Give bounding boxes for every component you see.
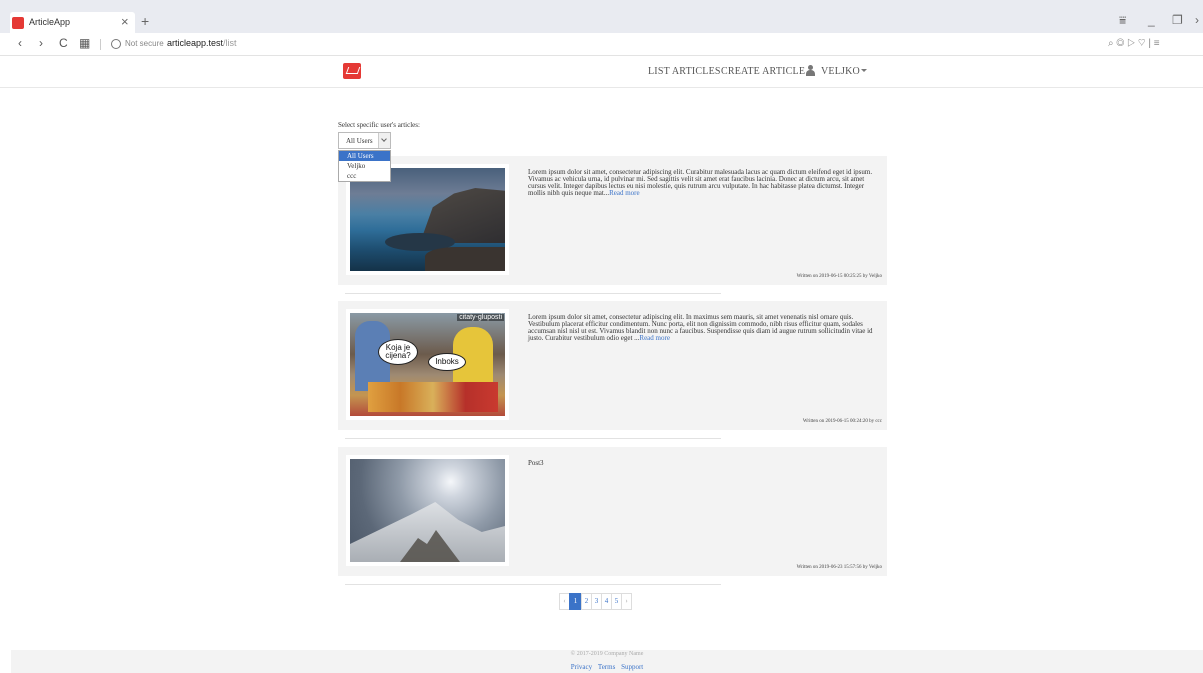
browser-tab-bar: ArticleApp × + ⩸ _ ❐ › bbox=[0, 0, 1203, 33]
article-card: Post3 Written on 2019-06-23 15:57:56 by … bbox=[338, 447, 887, 576]
speech-bubble: Koja je cijena? bbox=[378, 339, 418, 365]
next-page-button[interactable]: › bbox=[621, 593, 632, 610]
user-icon bbox=[805, 65, 816, 76]
restore-icon[interactable]: ❐ bbox=[1172, 13, 1183, 27]
chevron-down-icon[interactable] bbox=[378, 133, 390, 148]
option-all-users[interactable]: All Users bbox=[339, 151, 390, 161]
sea-cliff-image bbox=[350, 168, 505, 271]
user-filter-dropdown: All Users Veljko ccc bbox=[338, 150, 391, 182]
forward-icon[interactable]: › bbox=[39, 36, 43, 50]
url-host: articleapp.test bbox=[167, 38, 224, 48]
footer-link-privacy[interactable]: Privacy bbox=[571, 663, 592, 671]
image-watermark: citaty-gluposti bbox=[457, 314, 504, 321]
globe-icon[interactable] bbox=[111, 39, 121, 49]
article-card: Lorem ipsum dolor sit amet, consectetur … bbox=[338, 156, 887, 285]
address-bar: ‹ › C ▦ Not secure articleapp.test/list … bbox=[0, 33, 1203, 56]
article-excerpt: Lorem ipsum dolor sit amet, consectetur … bbox=[528, 168, 873, 197]
reload-icon[interactable]: C bbox=[59, 36, 68, 50]
url-field[interactable]: articleapp.test/list bbox=[167, 38, 237, 48]
article-meta: Written on 2019-06-15 00:25:25 by Veljko bbox=[796, 274, 882, 279]
copyright-text: © 2017-2019 Company Name bbox=[570, 651, 644, 657]
footer-link-support[interactable]: Support bbox=[621, 663, 643, 671]
chevron-down-icon[interactable] bbox=[861, 69, 867, 72]
url-path: /list bbox=[223, 38, 237, 48]
browser-tab[interactable]: ArticleApp × bbox=[10, 12, 135, 33]
back-icon[interactable]: ‹ bbox=[18, 36, 22, 50]
option-veljko[interactable]: Veljko bbox=[339, 161, 390, 171]
site-header: LIST ARTICLES CREATE ARTICLE VELJKO bbox=[0, 56, 1203, 88]
article-meta: Written on 2019-06-15 00:24:20 by ccc bbox=[802, 419, 882, 424]
nav-list-articles[interactable]: LIST ARTICLES bbox=[648, 66, 721, 77]
divider bbox=[345, 584, 721, 585]
divider bbox=[345, 293, 721, 294]
speech-bubble: Inboks bbox=[428, 353, 466, 371]
article-thumbnail[interactable]: citaty-gluposti Koja je cijena? Inboks bbox=[346, 309, 509, 420]
filter-label: Select specific user's articles: bbox=[338, 121, 420, 129]
article-meta: Written on 2019-06-23 15:57:56 by Veljko bbox=[796, 565, 882, 570]
read-more-link[interactable]: Read more bbox=[639, 334, 670, 342]
footer-links: Privacy Terms Support bbox=[11, 663, 1203, 671]
article-excerpt: Lorem ipsum dolor sit amet, consectetur … bbox=[528, 313, 873, 342]
article-thumbnail[interactable] bbox=[346, 455, 509, 566]
site-logo-icon[interactable] bbox=[343, 63, 361, 79]
pagination: ‹ 1 2 3 4 5 › bbox=[559, 593, 632, 610]
market-image: citaty-gluposti Koja je cijena? Inboks bbox=[350, 313, 505, 416]
tab-menu-icon[interactable]: ⩸ bbox=[1119, 13, 1126, 28]
article-card: citaty-gluposti Koja je cijena? Inboks L… bbox=[338, 301, 887, 430]
article-title[interactable]: Post3 bbox=[528, 460, 880, 467]
read-more-link[interactable]: Read more bbox=[609, 189, 640, 197]
option-ccc[interactable]: ccc bbox=[339, 171, 390, 181]
nav-create-article[interactable]: CREATE ARTICLE bbox=[721, 66, 805, 77]
close-window-icon[interactable]: › bbox=[1195, 13, 1199, 27]
site-footer: © 2017-2019 Company Name Privacy Terms S… bbox=[11, 650, 1203, 673]
security-label[interactable]: Not secure bbox=[125, 39, 164, 48]
select-value: All Users bbox=[346, 137, 373, 145]
divider bbox=[345, 438, 721, 439]
speed-dial-icon[interactable]: ▦ bbox=[79, 36, 90, 50]
address-divider bbox=[100, 39, 101, 50]
minimize-icon[interactable]: _ bbox=[1148, 13, 1155, 27]
toolbar-icons[interactable]: ⌕ ◎ ▷ ♡ | ≡ bbox=[1108, 38, 1160, 49]
footer-link-terms[interactable]: Terms bbox=[598, 663, 615, 671]
user-filter-select[interactable]: All Users bbox=[338, 132, 391, 149]
nav-user-menu[interactable]: VELJKO bbox=[821, 66, 860, 77]
close-tab-icon[interactable]: × bbox=[121, 14, 129, 29]
app-favicon-icon bbox=[12, 17, 24, 29]
new-tab-icon[interactable]: + bbox=[141, 13, 149, 29]
tab-title: ArticleApp bbox=[29, 17, 71, 27]
mountain-image bbox=[350, 459, 505, 562]
